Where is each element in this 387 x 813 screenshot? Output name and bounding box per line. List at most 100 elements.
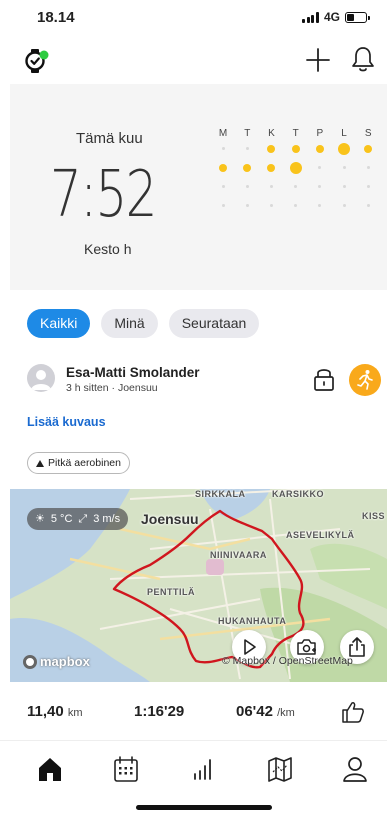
activity-dot [267, 163, 276, 172]
network-type: 4G [323, 10, 340, 24]
map-label-niinivaara: NIINIVAARA [210, 550, 267, 560]
activity-dot [219, 163, 228, 172]
dot-row [211, 196, 381, 215]
empty-dot [269, 185, 273, 188]
map-icon[interactable] [266, 754, 294, 784]
workout-tag-label: Pitkä aerobinen [48, 457, 121, 469]
thumbs-up-icon[interactable] [341, 700, 365, 724]
running-icon [357, 370, 373, 390]
summary-value: 7:52 [50, 158, 157, 232]
mapbox-logo-icon [23, 654, 37, 669]
weekday-label: L [341, 128, 347, 139]
weekday-label: T [244, 128, 251, 139]
map-label-karsikko: KARSIKKO [272, 489, 325, 499]
empty-dot [318, 185, 322, 188]
calendar-icon[interactable] [112, 754, 140, 784]
monthly-summary-card[interactable]: Tämä kuu 7:52 Kesto h M T K T P L S [10, 84, 387, 290]
stat-pace: 06'42 /km [236, 703, 295, 720]
home-icon[interactable] [36, 754, 64, 784]
mapbox-logo: mapbox [23, 654, 90, 669]
post-author[interactable]: Esa-Matti Smolander [66, 365, 200, 380]
watch-connected-icon[interactable] [24, 48, 50, 74]
filter-chip[interactable]: Minä [101, 309, 158, 338]
activity-dot [243, 163, 252, 172]
empty-dot [269, 204, 273, 207]
dot-row [211, 139, 381, 158]
sun-icon: ☀ [35, 513, 45, 525]
empty-dot [318, 204, 322, 207]
camera-plus-icon [297, 639, 316, 655]
battery-icon [345, 11, 370, 23]
workout-stats: 11,40 km 1:16'29 06'42 /km [27, 700, 377, 728]
feed-filters: Kaikki Minä Seurataan [27, 309, 260, 338]
lock-icon[interactable] [313, 366, 335, 392]
map-label-asevelikyla: ASEVELIKYLÄ [286, 530, 355, 540]
home-indicator [136, 805, 272, 810]
weather-badge: ☀ 5 °C ⤢ 3 m/s [27, 508, 129, 530]
activity-dot [267, 144, 276, 153]
weekday-labels: MTKTPLS [211, 128, 381, 139]
bottom-tab-bar [0, 740, 387, 800]
empty-dot [245, 185, 249, 188]
mapbox-logo-text: mapbox [40, 654, 90, 669]
empty-dot [342, 166, 346, 169]
profile-icon[interactable] [341, 754, 369, 784]
weekday-label: T [292, 128, 299, 139]
add-description-link[interactable]: Lisää kuvaus [27, 415, 106, 429]
stat-pace-value: 06'42 [236, 703, 273, 720]
triangle-icon [36, 459, 44, 467]
empty-dot [342, 204, 346, 207]
activity-dot [315, 144, 324, 153]
dot-rows [211, 139, 381, 215]
progress-icon[interactable] [190, 754, 218, 784]
stat-duration: 1:16'29 [134, 703, 185, 720]
avatar[interactable] [27, 364, 55, 392]
dot-row [211, 177, 381, 196]
status-time: 18.14 [37, 9, 75, 26]
post-meta: 3 h sitten · Joensuu [66, 382, 158, 394]
map-label-hukanhauta: HUKANHAUTA [218, 616, 287, 626]
bell-icon[interactable] [350, 45, 376, 73]
route-map[interactable]: ☀ 5 °C ⤢ 3 m/s Joensuu SIRKKALA KARSIKKO… [10, 489, 387, 682]
weather-temp: 5 °C [50, 513, 73, 525]
empty-dot [366, 204, 370, 207]
map-city-label: Joensuu [141, 511, 199, 527]
wind-icon: ⤢ [78, 513, 88, 525]
map-label-sirkkala: SIRKKALA [195, 489, 246, 499]
empty-dot [366, 185, 370, 188]
empty-dot [294, 204, 298, 207]
weekday-label: P [316, 128, 324, 139]
weather-wind: 3 m/s [93, 513, 121, 525]
weekday-label: S [364, 128, 372, 139]
activity-dot [289, 161, 302, 174]
plus-icon[interactable] [305, 47, 331, 73]
empty-dot [342, 185, 346, 188]
activity-dot [364, 144, 373, 153]
signal-icon [302, 11, 319, 23]
weekday-label: M [218, 128, 228, 139]
map-attribution[interactable]: © Mapbox / OpenStreetMap [222, 655, 353, 667]
empty-dot [318, 166, 322, 169]
stat-distance-unit: km [67, 707, 83, 719]
empty-dot [294, 185, 298, 188]
empty-dot [245, 147, 249, 150]
activity-dot [291, 144, 300, 153]
filter-chip[interactable]: Kaikki [27, 309, 91, 338]
weekday-label: K [268, 128, 275, 139]
empty-dot [366, 166, 370, 169]
filter-chip[interactable]: Seurataan [168, 309, 260, 338]
empty-dot [221, 204, 225, 207]
empty-dot [221, 147, 225, 150]
top-bar [0, 42, 387, 82]
post-header: Esa-Matti Smolander 3 h sitten · Joensuu [27, 362, 382, 398]
stat-pace-unit: /km [277, 707, 295, 719]
stat-distance: 11,40 km [27, 703, 83, 720]
workout-tag[interactable]: Pitkä aerobinen [27, 452, 130, 474]
stat-distance-value: 11,40 [27, 703, 64, 720]
map-label-penttila: PENTTILÄ [147, 587, 195, 597]
dot-row [211, 158, 381, 177]
activity-dot [338, 142, 351, 155]
map-label-kiss: KISS [362, 511, 386, 521]
status-bar: 18.14 4G [0, 0, 387, 36]
share-icon [349, 637, 365, 657]
